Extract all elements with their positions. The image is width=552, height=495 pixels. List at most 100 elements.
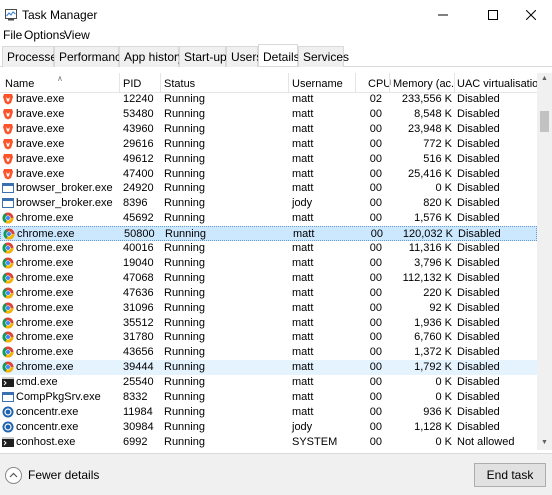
tab-processes[interactable]: Processes [2,46,63,67]
process-username: matt [292,331,314,344]
process-username: matt [292,405,314,418]
process-name: brave.exe [16,122,65,135]
process-username: matt [292,286,314,299]
process-pid: 8396 [123,197,148,210]
table-row[interactable]: brave.exe 49612 Running matt 00 516 K Disabled [0,152,537,167]
table-row[interactable]: chrome.exe 19040 Running matt 00 3,796 K Disab… [0,256,537,271]
brave-icon [2,93,14,105]
brave-icon [2,153,14,165]
process-cpu: 00 [369,271,382,284]
minimize-button[interactable] [420,0,466,30]
process-memory: 1,936 K [414,316,452,329]
process-pid: 49612 [123,152,154,165]
process-uac: Disabled [457,331,500,344]
column-divider[interactable] [119,73,120,93]
process-username: matt [293,228,315,241]
process-list: brave.exe 12240 Running matt 02 233,556 K Disa… [0,92,537,450]
process-name: chrome.exe [17,228,75,241]
end-task-button[interactable]: End task [474,463,546,487]
table-row[interactable]: chrome.exe 35512 Running matt 00 1,936 K Disab… [0,316,537,331]
column-header-name[interactable]: Name [5,78,34,90]
column-header-username[interactable]: Username [292,78,343,90]
column-header-memory[interactable]: Memory (ac... [393,78,453,90]
table-row[interactable]: chrome.exe 31780 Running matt 00 6,760 K Disab… [0,330,537,345]
process-name: chrome.exe [16,212,74,225]
column-divider[interactable] [288,73,289,93]
close-button[interactable] [508,0,552,30]
process-status: Running [164,212,205,225]
table-row[interactable]: chrome.exe 31096 Running matt 00 92 K Disabled [0,301,537,316]
process-status: Running [164,301,205,314]
menu-view[interactable]: View [64,28,90,42]
process-uac: Disabled [457,212,500,225]
column-header-status[interactable]: Status [164,78,195,90]
vertical-scrollbar[interactable]: ▲ ▼ [537,73,552,450]
table-row[interactable]: chrome.exe 40016 Running matt 00 11,316 K Disa… [0,241,537,256]
table-row[interactable]: concentr.exe 30984 Running jody 00 1,128 K Dis… [0,420,537,435]
tab-users[interactable]: Users [226,46,262,67]
table-row[interactable]: brave.exe 43960 Running matt 00 23,948 K Disab… [0,122,537,137]
column-header-cpu[interactable]: CPU [368,78,391,90]
table-row[interactable]: chrome.exe 43656 Running matt 00 1,372 K Disab… [0,345,537,360]
process-username: matt [292,301,314,314]
table-row[interactable]: brave.exe 47400 Running matt 00 25,416 K Disab… [0,167,537,182]
table-row[interactable]: browser_broker.exe 24920 Running matt 00 0 K D… [0,181,537,196]
process-uac: Disabled [457,405,500,418]
process-uac: Disabled [457,122,500,135]
process-memory: 1,792 K [414,361,452,374]
table-row[interactable]: chrome.exe 47068 Running matt 00 112,132 K Dis… [0,271,537,286]
process-name: chrome.exe [16,286,74,299]
process-status: Running [164,405,205,418]
scroll-down-icon[interactable]: ▼ [541,439,548,446]
scrollbar-thumb[interactable] [540,111,549,132]
process-name: brave.exe [16,167,65,180]
column-header-pid[interactable]: PID [123,78,141,90]
tab-app-history[interactable]: App history [119,46,184,67]
table-row[interactable]: browser_broker.exe 8396 Running jody 00 820 K… [0,196,537,211]
table-row[interactable]: cmd.exe 25540 Running matt 00 0 K Disabled [0,375,537,390]
process-status: Running [164,152,205,165]
tab-strip: Processes Performance App history Start-… [0,44,552,67]
column-divider[interactable] [160,73,161,93]
table-row[interactable]: brave.exe 53480 Running matt 00 8,548 K Disabl… [0,107,537,122]
scroll-up-icon[interactable]: ▲ [541,75,548,82]
process-username: matt [292,93,314,105]
menu-bar: File Options View [0,28,552,45]
process-memory: 92 K [429,301,452,314]
column-divider[interactable] [454,73,455,93]
process-uac: Disabled [457,376,500,389]
column-divider[interactable] [355,73,356,93]
process-status: Running [165,228,206,241]
process-username: matt [292,137,314,150]
close-icon [526,10,536,20]
table-row[interactable]: brave.exe 29616 Running matt 00 772 K Disabled [0,137,537,152]
process-username: jody [292,197,313,210]
column-divider[interactable] [389,73,390,93]
process-cpu: 00 [369,405,382,418]
tab-services[interactable]: Services [298,46,349,67]
process-status: Running [164,361,205,374]
tab-details[interactable]: Details [258,44,300,66]
table-row[interactable]: chrome.exe 45692 Running matt 00 1,576 K Disab… [0,211,537,226]
menu-file[interactable]: File [3,28,22,42]
column-header-row: ∧ Name PID Status Username CPU Memory (a… [0,73,537,93]
process-cpu: 00 [369,152,382,165]
cmd-icon [2,436,14,448]
tab-start-up[interactable]: Start-up [179,46,227,67]
process-username: SYSTEM [292,435,338,448]
table-row[interactable]: chrome.exe 47636 Running matt 00 220 K Disable… [0,286,537,301]
tab-performance[interactable]: Performance [54,46,128,67]
menu-options[interactable]: Options [24,28,65,42]
table-row[interactable]: CompPkgSrv.exe 8332 Running matt 00 0 K Disabl… [0,390,537,405]
column-header-uac[interactable]: UAC virtualisation [457,78,537,90]
fewer-details-button[interactable]: Fewer details [5,466,99,484]
process-uac: Disabled [457,256,500,269]
table-row[interactable]: chrome.exe 39444 Running matt 00 1,792 K Disab… [0,360,537,376]
table-row[interactable]: concentr.exe 11984 Running matt 00 936 K Disab… [0,405,537,420]
table-row[interactable]: chrome.exe 50800 Running matt 00 120,032 K Dis… [0,226,537,242]
table-row[interactable]: brave.exe 12240 Running matt 02 233,556 K Disa… [0,92,537,107]
table-row[interactable]: conhost.exe 6992 Running SYSTEM 00 0 K Not all… [0,435,537,450]
chrome-icon [2,272,14,284]
brave-icon [2,108,14,120]
chrome-icon [2,212,14,224]
